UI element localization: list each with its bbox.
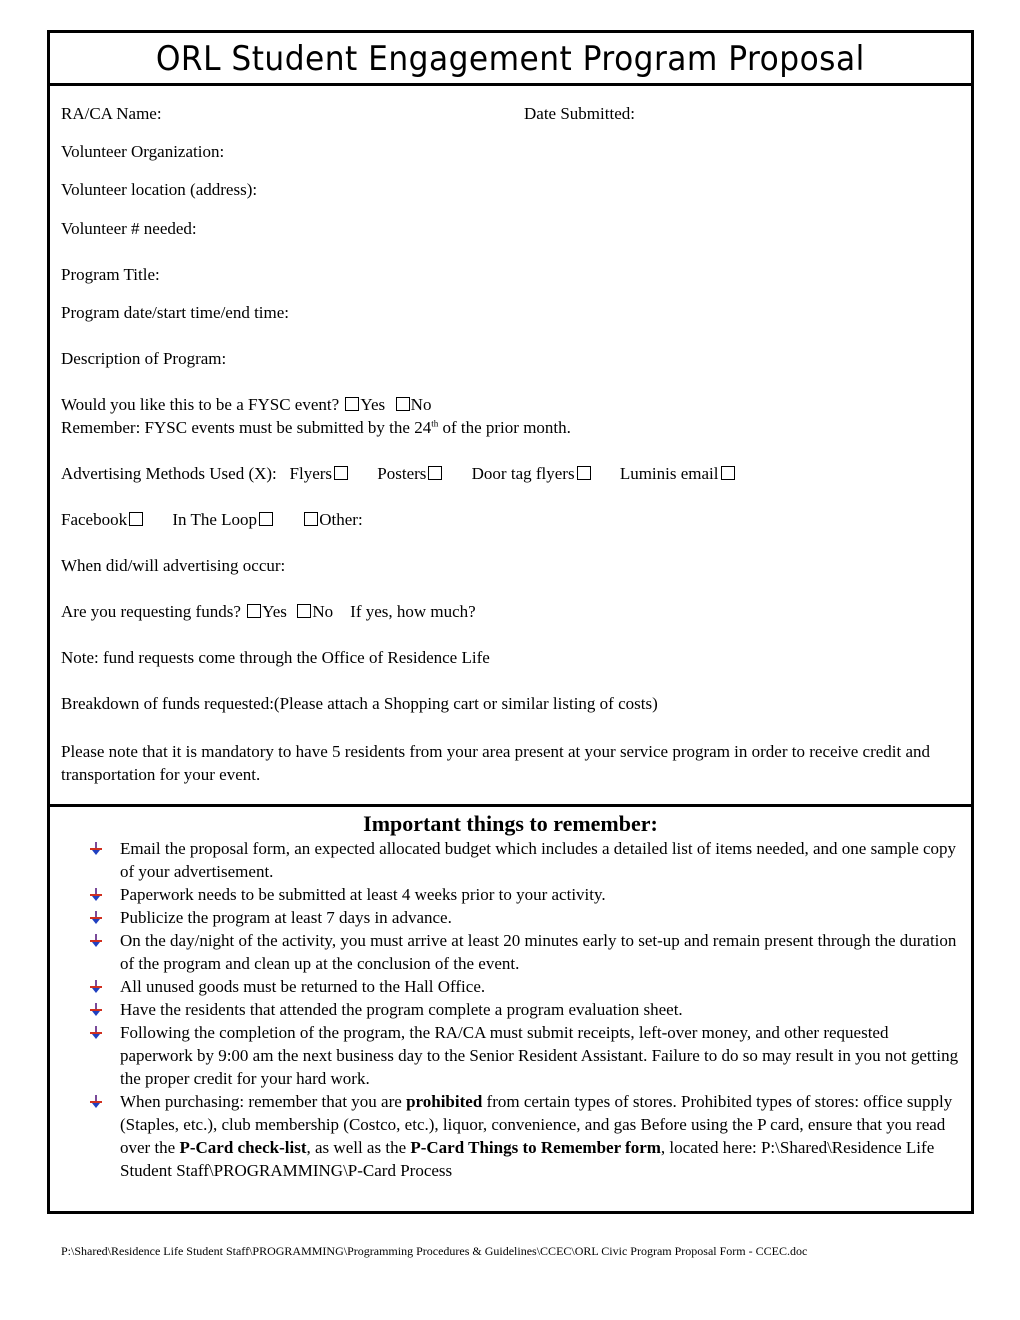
list-item-text: Have the residents that attended the pro… — [120, 1000, 683, 1019]
purchasing-text: When purchasing: remember that you are — [120, 1092, 407, 1111]
fysc-no-checkbox[interactable] — [395, 397, 410, 411]
advertising-row-2: Facebook In The Loop Other: — [61, 510, 363, 530]
arrow-down-bullet-icon — [90, 980, 102, 993]
arrow-down-bullet-icon — [90, 842, 102, 855]
title-box: ORL Student Engagement Program Proposal — [50, 33, 971, 86]
notes-list: Email the proposal form, an expected all… — [50, 837, 971, 1182]
ad-in-the-loop-label: In The Loop — [172, 510, 258, 529]
list-item-text: Following the completion of the program,… — [120, 1023, 959, 1088]
arrow-down-bullet-icon — [90, 888, 102, 901]
fysc-reminder-text-end: of the prior month. — [438, 418, 571, 437]
list-item: On the day/night of the activity, you mu… — [90, 929, 971, 975]
ad-other-label: Other: — [319, 510, 363, 529]
list-item-text: Email the proposal form, an expected all… — [120, 839, 957, 881]
list-item-purchasing: When purchasing: remember that you are p… — [90, 1090, 971, 1182]
ad-posters-checkbox[interactable] — [428, 466, 443, 480]
advertising-when-field[interactable]: When did/will advertising occur: — [61, 556, 285, 576]
volunteer-needed-field[interactable]: Volunteer # needed: — [61, 219, 197, 239]
ad-in-the-loop-checkbox[interactable] — [259, 512, 274, 526]
notes-heading: Important things to remember: — [363, 811, 658, 836]
ra-ca-name-field[interactable]: RA/CA Name: — [61, 104, 162, 124]
arrow-down-bullet-icon — [90, 934, 102, 947]
mandatory-note: Please note that it is mandatory to have… — [61, 742, 931, 784]
funds-how-much-label[interactable]: If yes, how much? — [350, 602, 476, 621]
fysc-reminder-text: Remember: FYSC events must be submitted … — [61, 418, 432, 437]
program-datetime-field[interactable]: Program date/start time/end time: — [61, 303, 289, 323]
funds-yes-label: Yes — [262, 602, 287, 621]
ad-facebook-label: Facebook — [61, 510, 128, 529]
arrow-down-bullet-icon — [90, 1003, 102, 1016]
ad-posters-label: Posters — [377, 464, 427, 483]
list-item: Email the proposal form, an expected all… — [90, 837, 971, 883]
arrow-down-bullet-icon — [90, 1095, 102, 1108]
list-item-text: All unused goods must be returned to the… — [120, 977, 486, 996]
funds-no-checkbox[interactable] — [297, 604, 312, 618]
form-section: RA/CA Name: Date Submitted: Volunteer Or… — [50, 86, 971, 807]
program-description-field[interactable]: Description of Program: — [61, 349, 226, 369]
ad-flyers-checkbox[interactable] — [334, 466, 349, 480]
fysc-question-row: Would you like this to be a FYSC event? … — [61, 395, 431, 415]
funds-note: Note: fund requests come through the Off… — [61, 648, 490, 667]
arrow-down-bullet-icon — [90, 1026, 102, 1039]
list-item-text: On the day/night of the activity, you mu… — [120, 931, 957, 973]
ad-other-checkbox[interactable] — [304, 512, 319, 526]
ad-door-tag-checkbox[interactable] — [576, 466, 591, 480]
advertising-row: Advertising Methods Used (X): Flyers Pos… — [61, 464, 736, 484]
proposal-form-frame: ORL Student Engagement Program Proposal … — [47, 30, 974, 1214]
fysc-reminder: Remember: FYSC events must be submitted … — [61, 418, 571, 438]
list-item: Have the residents that attended the pro… — [90, 998, 971, 1021]
date-submitted-field[interactable]: Date Submitted: — [524, 104, 635, 124]
funds-no-label: No — [312, 602, 334, 621]
list-item: Paperwork needs to be submitted at least… — [90, 883, 971, 906]
pcard-things-form-ref: P-Card Things to Remember form — [410, 1138, 661, 1157]
volunteer-location-field[interactable]: Volunteer location (address): — [61, 180, 257, 200]
program-title-field[interactable]: Program Title: — [61, 265, 160, 285]
funds-row: Are you requesting funds? Yes No If yes,… — [61, 602, 476, 622]
advertising-label: Advertising Methods Used (X): — [61, 464, 277, 483]
funds-yes-checkbox[interactable] — [247, 604, 262, 618]
ad-flyers-label: Flyers — [289, 464, 333, 483]
list-item: Publicize the program at least 7 days in… — [90, 906, 971, 929]
list-item-text: Publicize the program at least 7 days in… — [120, 908, 452, 927]
page-title: ORL Student Engagement Program Proposal — [156, 39, 865, 79]
ad-facebook-checkbox[interactable] — [129, 512, 144, 526]
fysc-yes-label: Yes — [360, 395, 386, 414]
ad-luminis-label: Luminis email — [619, 464, 719, 483]
volunteer-organization-field[interactable]: Volunteer Organization: — [61, 142, 224, 162]
ad-door-tag-label: Door tag flyers — [471, 464, 575, 483]
ad-luminis-checkbox[interactable] — [720, 466, 735, 480]
important-notes-section: Important things to remember: Email the … — [50, 811, 971, 1211]
list-item-text: Paperwork needs to be submitted at least… — [120, 885, 606, 904]
prohibited-emphasis: prohibited — [406, 1092, 483, 1111]
purchasing-text: , as well as the — [306, 1138, 411, 1157]
list-item: All unused goods must be returned to the… — [90, 975, 971, 998]
funds-question-label: Are you requesting funds? — [61, 602, 241, 621]
fysc-question-label: Would you like this to be a FYSC event? — [61, 395, 340, 414]
list-item: Following the completion of the program,… — [90, 1021, 971, 1090]
pcard-checklist-ref: P-Card check-list — [179, 1138, 307, 1157]
footer-file-path: P:\Shared\Residence Life Student Staff\P… — [61, 1244, 808, 1258]
funds-breakdown-field[interactable]: Breakdown of funds requested:(Please att… — [61, 694, 658, 714]
fysc-yes-checkbox[interactable] — [345, 397, 360, 411]
fysc-no-label: No — [410, 395, 432, 414]
arrow-down-bullet-icon — [90, 911, 102, 924]
